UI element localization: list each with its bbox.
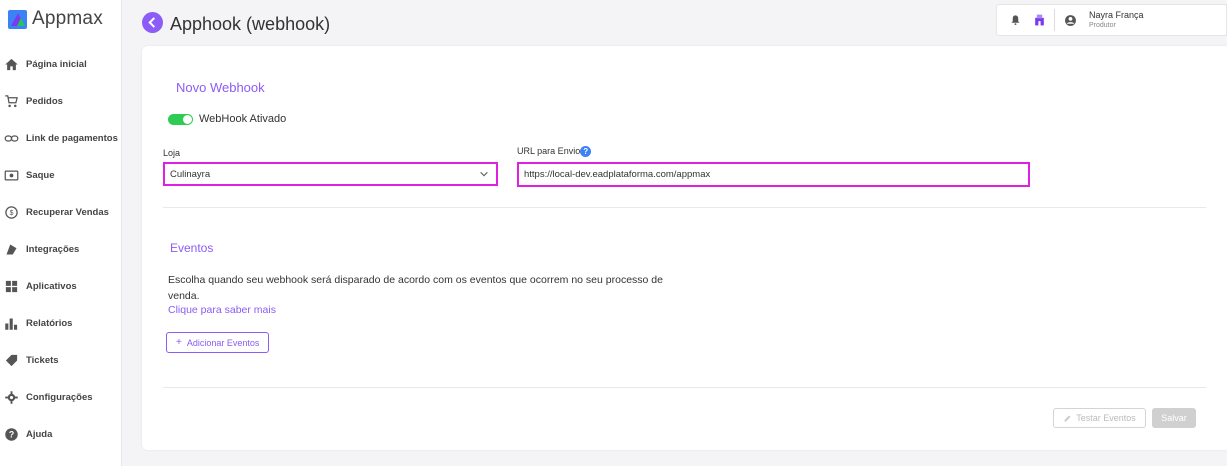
sidebar-item-integracoes[interactable]: Integrações bbox=[0, 231, 122, 268]
events-title: Eventos bbox=[170, 241, 214, 255]
save-button[interactable]: Salvar bbox=[1152, 408, 1196, 428]
add-events-button[interactable]: + Adicionar Eventos bbox=[166, 332, 270, 353]
sidebar-item-label: Saque bbox=[26, 170, 55, 181]
sidebar-item-label: Ajuda bbox=[26, 429, 53, 440]
sidebar-item-aplicativos[interactable]: Aplicativos bbox=[0, 268, 122, 305]
appmax-logo-icon bbox=[8, 9, 27, 29]
sidebar-item-relatorios[interactable]: Relatórios bbox=[0, 305, 122, 342]
store-select[interactable]: Culinayra bbox=[163, 162, 498, 186]
pencil-icon bbox=[1064, 415, 1071, 421]
puzzle-icon bbox=[4, 242, 19, 257]
divider bbox=[163, 387, 1206, 388]
user-role: Produtor bbox=[1089, 21, 1116, 29]
appmax-logo[interactable]: Appmax bbox=[8, 8, 103, 30]
sidebar-item-label: Recuperar Vendas bbox=[26, 207, 109, 218]
webhook-toggle-row: WebHook Ativado bbox=[168, 113, 286, 125]
form-title: Novo Webhook bbox=[176, 80, 265, 95]
test-events-label: Testar Eventos bbox=[1076, 413, 1136, 423]
user-info[interactable]: Nayra França Produtor bbox=[1089, 10, 1144, 31]
chevron-down-icon bbox=[480, 171, 488, 177]
toggle-label: WebHook Ativado bbox=[199, 113, 287, 125]
webhook-card: Novo Webhook WebHook Ativado Loja Culina… bbox=[142, 46, 1227, 450]
cash-icon bbox=[4, 168, 19, 183]
events-description: Escolha quando seu webhook será disparad… bbox=[168, 274, 663, 302]
learn-more-link[interactable]: Clique para saber mais bbox=[168, 304, 276, 316]
user-box: Nayra França Produtor bbox=[996, 4, 1227, 36]
sidebar-item-label: Integrações bbox=[26, 244, 80, 255]
help-icon: ? bbox=[4, 427, 19, 442]
home-icon bbox=[4, 57, 19, 72]
plus-icon: + bbox=[176, 337, 182, 348]
user-name: Nayra França bbox=[1089, 9, 1144, 20]
recover-icon: $ bbox=[4, 205, 19, 220]
store-label: Loja bbox=[163, 148, 181, 158]
link-icon bbox=[4, 131, 19, 146]
sidebar-item-configuracoes[interactable]: Configurações bbox=[0, 379, 122, 416]
test-events-button[interactable]: Testar Eventos bbox=[1053, 408, 1146, 428]
sidebar-item-label: Configurações bbox=[26, 392, 93, 403]
sidebar-item-label: Relatórios bbox=[26, 318, 73, 329]
gear-icon bbox=[4, 390, 19, 405]
svg-text:$: $ bbox=[10, 210, 14, 217]
page-title: Apphook (webhook) bbox=[170, 14, 331, 34]
add-events-label: Adicionar Eventos bbox=[186, 337, 260, 348]
sidebar-item-label: Link de pagamentos bbox=[26, 133, 118, 144]
bell-icon[interactable] bbox=[1008, 13, 1022, 27]
url-label-row: URL para Envio? bbox=[517, 146, 592, 158]
question-icon[interactable]: ? bbox=[580, 146, 592, 158]
sidebar-item-pagina-inicial[interactable]: Página inicial bbox=[0, 46, 122, 83]
sidebar-nav: Página inicial Pedidos Link de pagamento… bbox=[0, 46, 122, 453]
sidebar-item-label: Pedidos bbox=[26, 96, 63, 107]
url-label: URL para Envio bbox=[517, 146, 581, 156]
sidebar-item-ajuda[interactable]: ? Ajuda bbox=[0, 416, 122, 453]
ticket-icon bbox=[4, 353, 19, 368]
brand-name: Appmax bbox=[32, 8, 103, 29]
apps-grid-icon bbox=[4, 279, 19, 294]
webhook-active-toggle[interactable] bbox=[168, 113, 193, 125]
svg-text:?: ? bbox=[9, 430, 14, 440]
sidebar-item-label: Página inicial bbox=[26, 59, 87, 70]
sidebar-item-link-pagamentos[interactable]: Link de pagamentos bbox=[0, 120, 122, 157]
page-header: Apphook (webhook) bbox=[142, 10, 330, 35]
sidebar-item-saque[interactable]: Saque bbox=[0, 157, 122, 194]
sidebar-item-label: Tickets bbox=[26, 355, 59, 366]
url-input[interactable] bbox=[517, 162, 1030, 187]
cart-icon bbox=[4, 94, 19, 109]
sidebar: Appmax Página inicial Pedidos Link de pa… bbox=[0, 0, 122, 466]
user-avatar-icon[interactable] bbox=[1063, 13, 1077, 27]
divider bbox=[163, 207, 1206, 208]
divider bbox=[1054, 9, 1055, 31]
sidebar-item-tickets[interactable]: Tickets bbox=[0, 342, 122, 379]
store-icon[interactable] bbox=[1032, 13, 1046, 27]
bar-chart-icon bbox=[4, 316, 19, 331]
back-button[interactable] bbox=[142, 12, 163, 33]
sidebar-item-label: Aplicativos bbox=[26, 281, 77, 292]
store-select-value: Culinayra bbox=[170, 168, 211, 180]
chevron-left-icon bbox=[148, 17, 156, 28]
sidebar-item-recuperar-vendas[interactable]: $ Recuperar Vendas bbox=[0, 194, 122, 231]
sidebar-item-pedidos[interactable]: Pedidos bbox=[0, 83, 122, 120]
